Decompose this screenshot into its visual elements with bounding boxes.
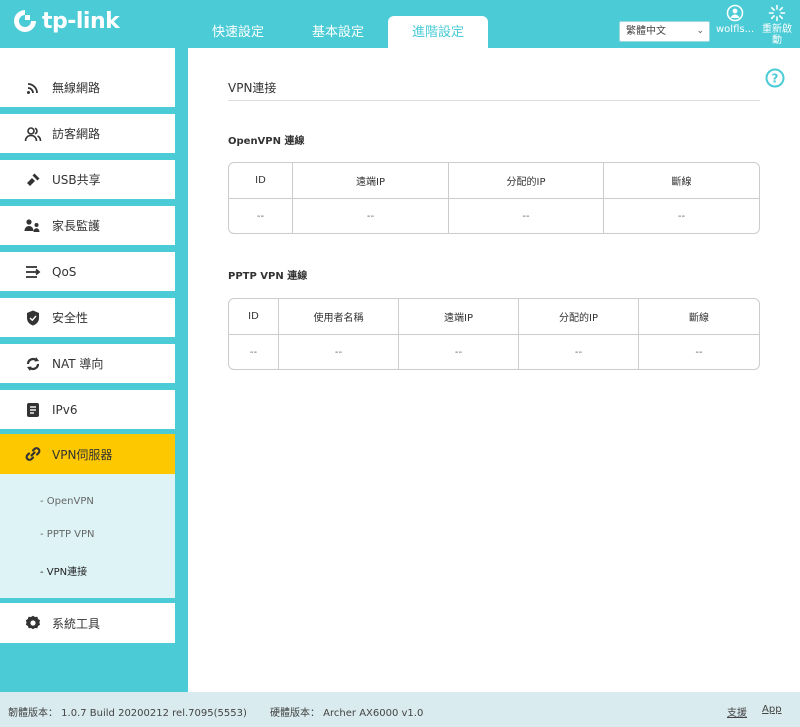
user-icon [726, 4, 744, 22]
firmware-version: 韌體版本： 1.0.7 Build 20200212 rel.7095(5553… [8, 708, 247, 719]
main-tabs: 快速設定 基本設定 進階設定 [188, 16, 488, 48]
footer: 韌體版本： 1.0.7 Build 20200212 rel.7095(5553… [0, 692, 800, 727]
hardware-version: 硬體版本： Archer AX6000 v1.0 [270, 708, 424, 719]
language-select[interactable]: 繁體中文 ⌄ [619, 21, 710, 42]
main-content: ? VPN連接 OpenVPN 連線 ID 遠端IP 分配的IP 斷線 -- -… [188, 48, 800, 692]
sidebar-item-label: 訪客網路 [52, 127, 101, 141]
nat-icon [20, 356, 46, 372]
guest-users-icon [20, 126, 46, 142]
pptp-section-label: PPTP VPN 連線 [228, 271, 308, 282]
support-link[interactable]: 支援 [727, 704, 747, 719]
openvpn-connections-table: ID 遠端IP 分配的IP 斷線 -- -- -- -- [228, 162, 760, 234]
cell-username: -- [279, 335, 399, 369]
cell-id: -- [229, 199, 293, 233]
sidebar-item-system-tools[interactable]: 系統工具 [0, 603, 175, 643]
reboot-label-line1: 重新啟 [762, 24, 792, 35]
openvpn-section-label: OpenVPN 連線 [228, 136, 305, 147]
table-header-row: ID 遠端IP 分配的IP 斷線 [229, 163, 759, 198]
column-header-remote-ip: 遠端IP [399, 299, 519, 334]
cell-remote-ip: -- [293, 199, 449, 233]
sidebar-item-parental-control[interactable]: 家長監護 [0, 206, 175, 245]
sidebar-item-label: 安全性 [52, 311, 89, 325]
sidebar-item-vpn-server[interactable]: VPN伺服器 [0, 434, 175, 474]
user-label: wolfls... [716, 24, 755, 35]
title-divider [228, 100, 760, 101]
sidebar-item-qos[interactable]: QoS [0, 252, 175, 291]
reboot-button[interactable]: 重新啟 動 [762, 4, 792, 46]
sidebar-item-label: 系統工具 [52, 616, 101, 631]
link-icon [20, 446, 46, 462]
table-header-row: ID 使用者名稱 遠端IP 分配的IP 斷線 [229, 299, 759, 334]
cell-disconnect: -- [695, 346, 703, 358]
sidebar: 無線網路 訪客網路 USB共享 家長監護 QoS 安全性 NAT 導向 IPv6… [0, 48, 188, 692]
cell-assigned-ip: -- [519, 335, 639, 369]
ipv6-icon [20, 402, 46, 418]
app-link[interactable]: App [762, 704, 782, 715]
gear-icon [20, 615, 46, 631]
submenu-item-pptp-vpn[interactable]: - PPTP VPN [40, 529, 95, 540]
sidebar-item-wireless[interactable]: 無線網路 [0, 68, 175, 107]
column-header-remote-ip: 遠端IP [293, 163, 449, 198]
column-header-assigned-ip: 分配的IP [519, 299, 639, 334]
tab-advanced[interactable]: 進階設定 [388, 16, 488, 48]
pptp-connections-table: ID 使用者名稱 遠端IP 分配的IP 斷線 -- -- -- -- -- [228, 298, 760, 370]
sidebar-item-label: VPN伺服器 [52, 447, 113, 462]
tp-link-logo[interactable]: tp-link [12, 8, 120, 34]
sidebar-item-label: 家長監護 [52, 219, 101, 233]
sidebar-item-guest-network[interactable]: 訪客網路 [0, 114, 175, 153]
sidebar-item-security[interactable]: 安全性 [0, 298, 175, 337]
column-header-id: ID [229, 163, 293, 198]
qos-icon [20, 265, 46, 279]
cell-remote-ip: -- [399, 335, 519, 369]
sidebar-item-label: IPv6 [52, 402, 78, 417]
reboot-label-line2: 動 [772, 35, 782, 46]
submenu-item-vpn-connections[interactable]: - VPN連接 [40, 563, 87, 578]
column-header-disconnect: 斷線 [689, 313, 709, 324]
column-header-id: ID [229, 299, 279, 334]
sidebar-item-usb[interactable]: USB共享 [0, 160, 175, 199]
tab-quick-setup[interactable]: 快速設定 [188, 16, 288, 48]
column-header-assigned-ip: 分配的IP [449, 163, 604, 198]
tab-basic[interactable]: 基本設定 [288, 16, 388, 48]
usb-icon [20, 172, 46, 188]
sidebar-item-label: QoS [52, 264, 77, 279]
column-header-username: 使用者名稱 [279, 299, 399, 334]
sidebar-item-nat-forwarding[interactable]: NAT 導向 [0, 344, 175, 383]
shield-icon [20, 310, 46, 326]
wifi-icon [20, 80, 46, 96]
submenu-item-openvpn[interactable]: - OpenVPN [40, 496, 94, 507]
chevron-down-icon: ⌄ [696, 26, 704, 36]
cell-assigned-ip: -- [449, 199, 604, 233]
svg-text:?: ? [772, 72, 779, 86]
language-value: 繁體中文 [626, 26, 666, 37]
sidebar-item-label: USB共享 [52, 173, 101, 187]
sidebar-item-label: 無線網路 [52, 81, 101, 95]
tp-link-logo-icon [14, 10, 36, 32]
sidebar-item-label: NAT 導向 [52, 357, 104, 371]
reboot-icon [768, 4, 786, 22]
page-title: VPN連接 [228, 81, 277, 95]
sidebar-item-partial[interactable] [0, 48, 175, 69]
cell-id: -- [229, 335, 279, 369]
cell-disconnect: -- [677, 210, 686, 222]
vpn-submenu: - OpenVPN - PPTP VPN - VPN連接 [0, 474, 175, 598]
table-row: -- -- -- -- -- [229, 334, 759, 369]
top-header: tp-link 快速設定 基本設定 進階設定 繁體中文 ⌄ wolfls... [0, 0, 800, 48]
column-header-disconnect: 斷線 [671, 177, 692, 188]
parental-control-icon [20, 218, 46, 234]
help-icon[interactable]: ? [765, 68, 785, 88]
logo-text: tp-link [42, 8, 120, 34]
user-account-button[interactable]: wolfls... [716, 4, 754, 35]
table-row: -- -- -- -- [229, 198, 759, 233]
sidebar-item-ipv6[interactable]: IPv6 [0, 390, 175, 429]
